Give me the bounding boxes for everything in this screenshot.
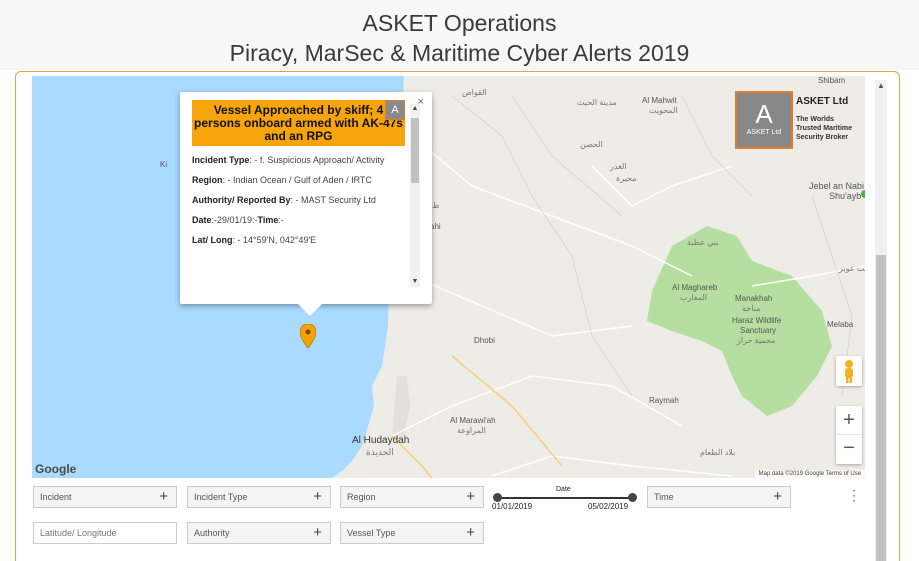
map-label: مناخة bbox=[742, 304, 761, 313]
map-label: بني عطية bbox=[687, 238, 719, 247]
map-label: Ki bbox=[160, 160, 168, 169]
date-end: 05/02/2019 bbox=[588, 502, 629, 511]
vessel-type-filter[interactable]: Vessel Type + bbox=[340, 522, 484, 544]
latlong-field: Lat/ Long: - 14°59'N, 042°49'E bbox=[192, 235, 317, 245]
plus-icon[interactable]: + bbox=[466, 523, 475, 543]
incident-marker-icon[interactable] bbox=[300, 324, 316, 348]
map-label: المراوعة bbox=[457, 426, 486, 435]
date-range-slider[interactable]: Date 01/01/2019 05/02/2019 bbox=[492, 482, 640, 514]
zoom-in-button[interactable]: + bbox=[836, 406, 862, 435]
map-label: بيت عوبر bbox=[839, 264, 865, 273]
map-label: الحصن bbox=[580, 140, 603, 149]
map-label: Dhobi bbox=[474, 336, 495, 345]
map-label: Al Hudaydah bbox=[352, 435, 410, 446]
scroll-down-icon[interactable]: ▼ bbox=[410, 277, 420, 287]
date-time-field: Date:-29/01/19:-Time:- bbox=[192, 215, 284, 225]
date-slider-label: Date bbox=[556, 486, 571, 493]
map-label: Al Marawi'ah bbox=[450, 416, 496, 425]
plus-icon[interactable]: + bbox=[159, 487, 168, 507]
brand-tagline: The Worlds Trusted Maritime Security Bro… bbox=[796, 116, 853, 141]
slider-handle-end[interactable] bbox=[628, 493, 637, 502]
time-filter[interactable]: Time + bbox=[647, 486, 791, 508]
map-label: الغدر bbox=[610, 162, 627, 171]
map-label: مدينة الحيث bbox=[577, 98, 617, 107]
plus-icon[interactable]: + bbox=[313, 487, 322, 507]
map-label: محيرة bbox=[616, 174, 637, 183]
map-label: Jebel an Nabi bbox=[809, 181, 865, 191]
page-scrollbar[interactable]: ▲ bbox=[875, 80, 887, 561]
page-header: ASKET Operations Piracy, MarSec & Mariti… bbox=[0, 0, 919, 70]
latlong-input[interactable] bbox=[33, 522, 177, 544]
authority-field: Authority/ Reported By: - MAST Security … bbox=[192, 195, 376, 205]
scroll-thumb[interactable] bbox=[411, 118, 419, 183]
map-label: Shibam bbox=[818, 76, 846, 85]
map-label: Haraz Wildlife bbox=[732, 316, 782, 325]
asket-logo: A ASKET Ltd ASKET Ltd The Worlds Trusted… bbox=[735, 91, 865, 151]
zoom-controls: + − bbox=[836, 406, 862, 464]
dashboard-frame: Shibam القواص مدينة الحيث Al Mahwit المح… bbox=[15, 71, 900, 561]
incident-filter[interactable]: Incident + bbox=[33, 486, 177, 508]
slider-handle-start[interactable] bbox=[493, 493, 502, 502]
incident-info-window: × Vessel Approached by skiff; 4 persons … bbox=[180, 92, 432, 316]
scroll-up-icon[interactable]: ▲ bbox=[410, 104, 420, 114]
map-label: Al Mahwit bbox=[642, 96, 677, 105]
map-label: المغارب bbox=[680, 293, 707, 302]
slider-track bbox=[497, 497, 633, 499]
map-label: المحويت bbox=[649, 106, 678, 115]
street-view-pegman-icon[interactable] bbox=[836, 356, 862, 386]
asket-mini-logo-icon: A bbox=[385, 100, 405, 120]
map-label: ظ bbox=[432, 201, 440, 210]
page-subtitle: Piracy, MarSec & Maritime Cyber Alerts 2… bbox=[229, 40, 690, 66]
map-label: Melaba bbox=[827, 320, 854, 329]
incident-type-field: Incident Type: - f. Suspicious Approach/… bbox=[192, 155, 385, 165]
map-label: القواص bbox=[462, 88, 487, 97]
plus-icon[interactable]: + bbox=[313, 523, 322, 543]
map-attribution[interactable]: Map data ©2019 Google Terms of Use bbox=[754, 470, 865, 478]
map-label: Manakhah bbox=[735, 294, 773, 303]
brand-name: ASKET Ltd bbox=[796, 96, 849, 107]
incident-details: Vessel Approached by skiff; 4 persons on… bbox=[192, 100, 405, 295]
map-label: محمية حراز bbox=[737, 336, 776, 345]
map-label: الحديدة bbox=[366, 447, 394, 457]
authority-filter[interactable]: Authority + bbox=[187, 522, 331, 544]
incident-headline: Vessel Approached by skiff; 4 persons on… bbox=[192, 100, 405, 146]
map-label: بلاد الطعام bbox=[700, 448, 736, 457]
date-start: 01/01/2019 bbox=[492, 502, 533, 511]
google-logo: Google bbox=[35, 462, 77, 476]
incident-type-filter[interactable]: Incident Type + bbox=[187, 486, 331, 508]
map-label: Shu'ayb bbox=[829, 191, 862, 201]
info-window-scrollbar[interactable]: ▲ ▼ bbox=[410, 104, 420, 287]
more-options-icon[interactable]: · · · bbox=[852, 484, 856, 506]
plus-icon[interactable]: + bbox=[773, 487, 782, 507]
page-title: ASKET Operations bbox=[362, 10, 557, 36]
scroll-thumb[interactable] bbox=[876, 255, 886, 561]
map-label: Sanctuary bbox=[740, 326, 777, 335]
region-filter[interactable]: Region + bbox=[340, 486, 484, 508]
scroll-up-icon[interactable]: ▲ bbox=[875, 80, 887, 92]
map-label: Al Maghareb bbox=[672, 283, 718, 292]
region-field: Region: - Indian Ocean / Gulf of Aden / … bbox=[192, 175, 372, 185]
plus-icon[interactable]: + bbox=[466, 487, 475, 507]
map-label: Raymah bbox=[649, 396, 679, 405]
zoom-out-button[interactable]: − bbox=[836, 435, 862, 464]
asket-logo-mark: A ASKET Ltd bbox=[735, 91, 793, 149]
map-view[interactable]: Shibam القواص مدينة الحيث Al Mahwit المح… bbox=[32, 76, 865, 478]
